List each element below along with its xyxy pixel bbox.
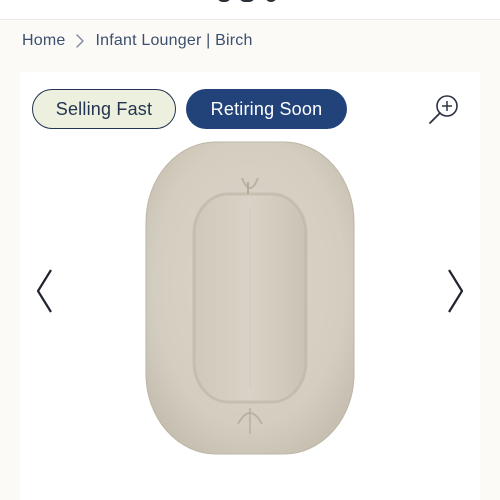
retiring-soon-badge: Retiring Soon bbox=[186, 89, 347, 129]
breadcrumb: Home Infant Lounger | Birch bbox=[22, 30, 253, 52]
site-header bbox=[0, 0, 500, 20]
zoom-in-icon bbox=[429, 95, 458, 124]
product-image-gallery: Selling Fast Retiring Soon bbox=[20, 72, 480, 500]
selling-fast-badge: Selling Fast bbox=[32, 89, 176, 129]
breadcrumb-home-link[interactable]: Home bbox=[22, 32, 65, 50]
breadcrumb-current-page: Infant Lounger | Birch bbox=[95, 32, 253, 49]
chevron-right-icon bbox=[71, 32, 89, 50]
zoom-button[interactable] bbox=[427, 92, 461, 126]
previous-image-button[interactable] bbox=[34, 268, 56, 314]
brand-logo[interactable] bbox=[215, 0, 285, 4]
chevron-left-icon bbox=[36, 269, 52, 313]
next-image-button[interactable] bbox=[444, 268, 466, 314]
product-image-infant-lounger[interactable] bbox=[140, 138, 360, 458]
chevron-right-icon bbox=[448, 269, 464, 313]
